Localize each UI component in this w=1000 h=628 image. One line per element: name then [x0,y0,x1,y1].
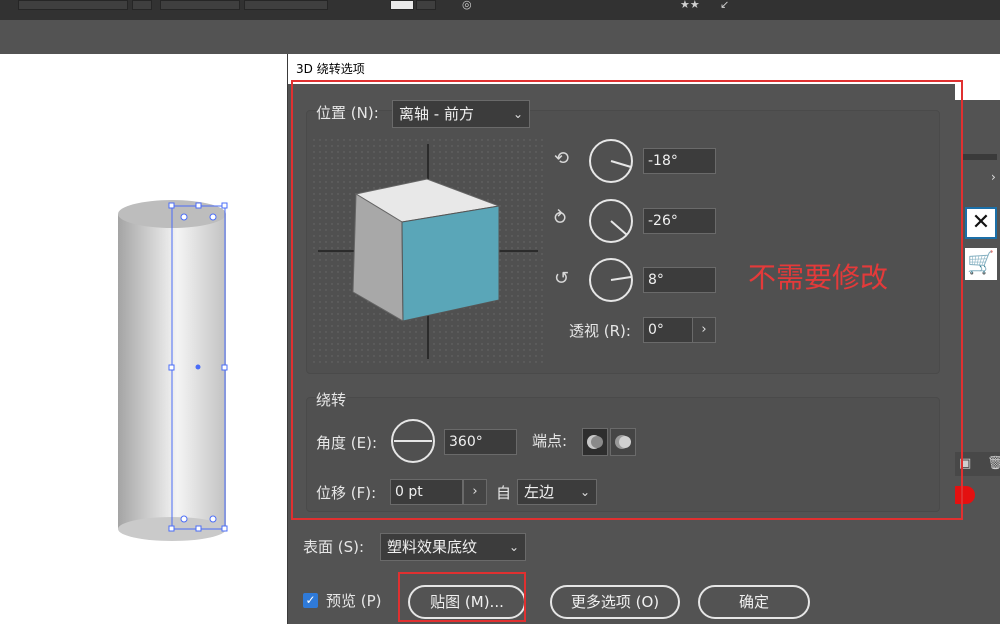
preview-label: 预览 (P) [326,592,382,610]
cylinder-artwork[interactable] [0,54,287,624]
preview-checkbox[interactable]: ✓ [303,593,318,608]
trash-icon[interactable]: 🗑 [987,456,1000,471]
collapse-icon[interactable]: › [991,170,996,184]
chevron-down-icon: ⌄ [508,540,519,554]
recolor-icon[interactable]: ◎ [462,0,472,10]
control-bar: ◎ ★★ ↙ [0,0,1000,20]
surface-select[interactable]: 塑料效果底纹 ⌄ [380,533,526,561]
toolbar-strip [0,20,1000,54]
panel-header [961,154,997,160]
star-icon[interactable]: ★★ [680,0,700,10]
control-field[interactable] [244,0,328,10]
annotation-text: 不需要修改 [748,261,889,294]
color-swatch[interactable] [390,0,414,10]
annotation-box-map-button [398,572,526,622]
control-dropdown[interactable] [132,0,152,10]
surface-label: 表面 (S): [303,538,365,556]
close-icon[interactable]: ✕ [965,207,997,239]
annotation-box-revolve-settings [291,80,963,520]
control-field[interactable] [160,0,240,10]
more-options-button[interactable]: 更多选项 (O) [550,585,680,619]
surface-value: 塑料效果底纹 [387,538,478,556]
arrow-icon[interactable]: ↙ [720,0,729,10]
control-field[interactable] [18,0,128,10]
cart-icon[interactable]: 🛒 [965,248,997,280]
ok-button[interactable]: 确定 [698,585,810,619]
control-dropdown[interactable] [416,0,436,10]
artboard-canvas[interactable] [0,54,287,624]
